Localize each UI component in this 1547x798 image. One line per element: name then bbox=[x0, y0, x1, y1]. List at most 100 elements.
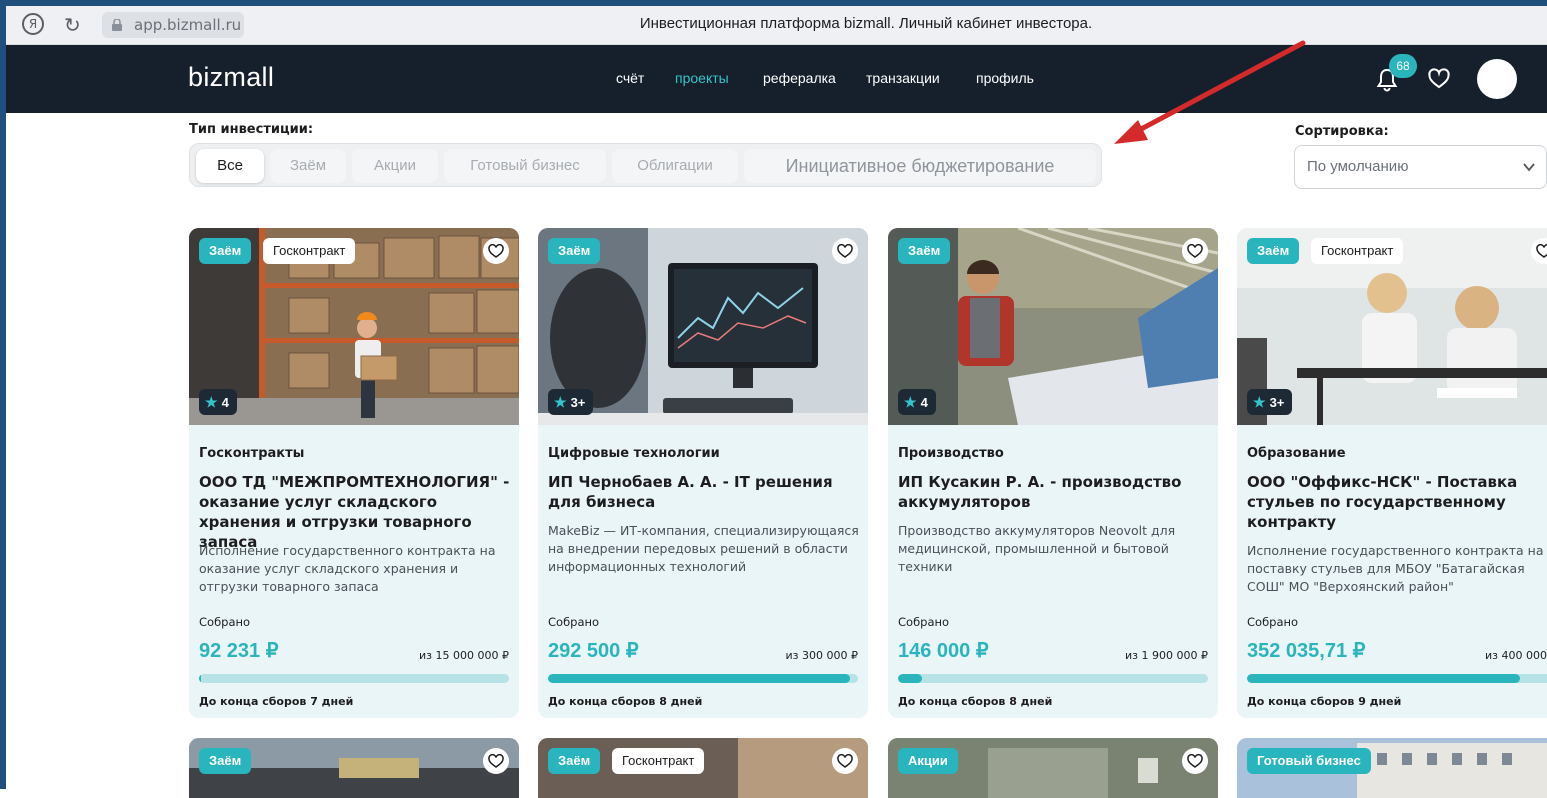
project-category: Госконтракты bbox=[199, 446, 305, 461]
goal-amount: из 15 000 000 ₽ bbox=[419, 649, 509, 662]
project-category: Цифровые технологии bbox=[548, 446, 720, 461]
days-left: До конца сборов 9 дней bbox=[1247, 695, 1402, 708]
favorite-button[interactable] bbox=[832, 748, 858, 774]
days-left: До конца сборов 8 дней bbox=[548, 695, 703, 708]
filter-chip-all[interactable]: Все bbox=[196, 149, 264, 183]
project-title[interactable]: ИП Чернобаев А. А. - IT решения для бизн… bbox=[548, 472, 860, 512]
star-icon: ★ bbox=[904, 394, 917, 410]
favorite-button[interactable] bbox=[1182, 748, 1208, 774]
rating-badge: ★ 3+ bbox=[1247, 389, 1293, 415]
heart-icon bbox=[488, 244, 504, 258]
filter-chip-initiative-budgeting[interactable]: Инициативное бюджетирование bbox=[744, 149, 1096, 183]
nav-item-projects[interactable]: проекты bbox=[675, 70, 729, 86]
project-card[interactable]: Заём ★ 4 Производство ИП Кусакин Р. А. - … bbox=[888, 228, 1218, 718]
tag-shares: Акции bbox=[898, 748, 958, 774]
tag-gov-contract: Госконтракт bbox=[1311, 238, 1404, 264]
project-card[interactable]: Заём Госконтракт bbox=[538, 738, 868, 798]
avatar[interactable] bbox=[1477, 59, 1517, 99]
filter-chip-shares[interactable]: Акции bbox=[352, 149, 438, 183]
tag-gov-contract: Госконтракт bbox=[263, 238, 356, 264]
project-title[interactable]: ООО ТД "МЕЖПРОМТЕХНОЛОГИЯ" - оказание ус… bbox=[199, 472, 511, 552]
project-card[interactable]: Заём ★ 3+ Цифровые технологии ИП Чернобае… bbox=[538, 228, 868, 718]
star-icon: ★ bbox=[1253, 394, 1266, 410]
raised-amount: 146 000 ₽ bbox=[898, 640, 989, 662]
tag-loan: Заём bbox=[199, 238, 252, 264]
tag-loan: Заём bbox=[548, 748, 601, 774]
heart-icon bbox=[1187, 754, 1203, 768]
sort-select[interactable]: По умолчанию bbox=[1294, 145, 1547, 189]
raised-label: Собрано bbox=[1247, 615, 1299, 629]
funding-progress-bar bbox=[199, 674, 509, 683]
project-card[interactable]: Готовый бизнес bbox=[1237, 738, 1547, 798]
favorites-heart-icon[interactable] bbox=[1427, 67, 1451, 91]
rating-badge: ★ 4 bbox=[898, 389, 936, 415]
sort-label: Сортировка: bbox=[1295, 124, 1389, 139]
raised-label: Собрано bbox=[199, 615, 251, 629]
favorite-button[interactable] bbox=[483, 748, 509, 774]
rating-value: 4 bbox=[221, 395, 229, 410]
filter-chip-ready-business[interactable]: Готовый бизнес bbox=[444, 149, 606, 183]
funding-progress-bar bbox=[548, 674, 858, 683]
favorite-button[interactable] bbox=[832, 238, 858, 264]
bizmall-logo[interactable]: bizmall bbox=[188, 62, 274, 93]
chevron-down-icon bbox=[1523, 163, 1535, 172]
rating-badge: ★ 3+ bbox=[548, 389, 594, 415]
filter-chip-loan[interactable]: Заём bbox=[270, 149, 346, 183]
tag-loan: Заём bbox=[199, 748, 252, 774]
project-description: Производство аккумуляторов Neovolt для м… bbox=[898, 523, 1176, 574]
nav-item-profile[interactable]: профиль bbox=[976, 70, 1034, 86]
heart-icon bbox=[1187, 244, 1203, 258]
project-card[interactable]: Заём Госконтракт ★ 3+ Образование ООО "Оф… bbox=[1237, 228, 1547, 718]
nav-item-account[interactable]: счёт bbox=[616, 70, 644, 86]
goal-amount: из 400 000 bbox=[1485, 649, 1547, 662]
rating-value: 4 bbox=[920, 395, 928, 410]
notification-badge: 68 bbox=[1389, 54, 1417, 78]
progress-fill bbox=[548, 674, 851, 683]
project-category: Образование bbox=[1247, 446, 1346, 461]
raised-amount: 352 035,71 ₽ bbox=[1247, 640, 1366, 662]
investment-type-label: Тип инвестиции: bbox=[189, 122, 314, 137]
project-card[interactable]: Заём bbox=[189, 738, 519, 798]
tag-ready-business: Готовый бизнес bbox=[1247, 748, 1371, 774]
filter-chip-bonds[interactable]: Облигации bbox=[612, 149, 738, 183]
progress-fill bbox=[199, 674, 201, 683]
rating-value: 3+ bbox=[570, 395, 586, 410]
raised-amount: 92 231 ₽ bbox=[199, 640, 279, 662]
tag-loan: Заём bbox=[1247, 238, 1300, 264]
favorite-button[interactable] bbox=[1182, 238, 1208, 264]
star-icon: ★ bbox=[554, 394, 567, 410]
days-left: До конца сборов 7 дней bbox=[199, 695, 354, 708]
star-icon: ★ bbox=[205, 394, 218, 410]
nav-item-transactions[interactable]: транзакции bbox=[866, 70, 940, 86]
nav-item-referral[interactable]: рефералка bbox=[763, 70, 836, 86]
project-title[interactable]: ООО "Оффикс-НСК" - Поставка стульев по г… bbox=[1247, 472, 1547, 532]
raised-label: Собрано bbox=[548, 615, 600, 629]
tag-loan: Заём bbox=[898, 238, 951, 264]
page-title: Инвестиционная платформа bizmall. Личный… bbox=[639, 15, 1093, 32]
progress-fill bbox=[898, 674, 922, 683]
progress-fill bbox=[1247, 674, 1520, 683]
project-title[interactable]: ИП Кусакин Р. А. - производство аккумуля… bbox=[898, 472, 1210, 512]
project-description: Исполнение государственного контракта на… bbox=[1247, 543, 1544, 594]
project-description: Исполнение государственного контракта на… bbox=[199, 543, 496, 594]
project-description: MakeBiz — ИТ-компания, специализирующаяс… bbox=[548, 523, 859, 574]
investment-type-filter: Все Заём Акции Готовый бизнес Облигации … bbox=[189, 143, 1102, 187]
days-left: До конца сборов 8 дней bbox=[898, 695, 1053, 708]
browser-bar: Я ↻ app.bizmall.ru Инвестиционная платфо… bbox=[6, 6, 1547, 45]
tag-gov-contract: Госконтракт bbox=[612, 748, 705, 774]
project-card[interactable]: Акции bbox=[888, 738, 1218, 798]
tag-loan: Заём bbox=[548, 238, 601, 264]
rating-badge: ★ 4 bbox=[199, 389, 237, 415]
rating-value: 3+ bbox=[1269, 395, 1285, 410]
project-category: Производство bbox=[898, 446, 1004, 461]
favorite-button[interactable] bbox=[483, 238, 509, 264]
heart-icon bbox=[837, 754, 853, 768]
raised-amount: 292 500 ₽ bbox=[548, 640, 639, 662]
project-card[interactable]: Заём Госконтракт ★ 4 Госконтракты ООО ТД … bbox=[189, 228, 519, 718]
heart-icon bbox=[488, 754, 504, 768]
annotation-arrow bbox=[1114, 40, 1306, 144]
sort-selected-value: По умолчанию bbox=[1307, 158, 1409, 175]
goal-amount: из 1 900 000 ₽ bbox=[1125, 649, 1208, 662]
raised-label: Собрано bbox=[898, 615, 950, 629]
heart-icon bbox=[1536, 244, 1547, 258]
